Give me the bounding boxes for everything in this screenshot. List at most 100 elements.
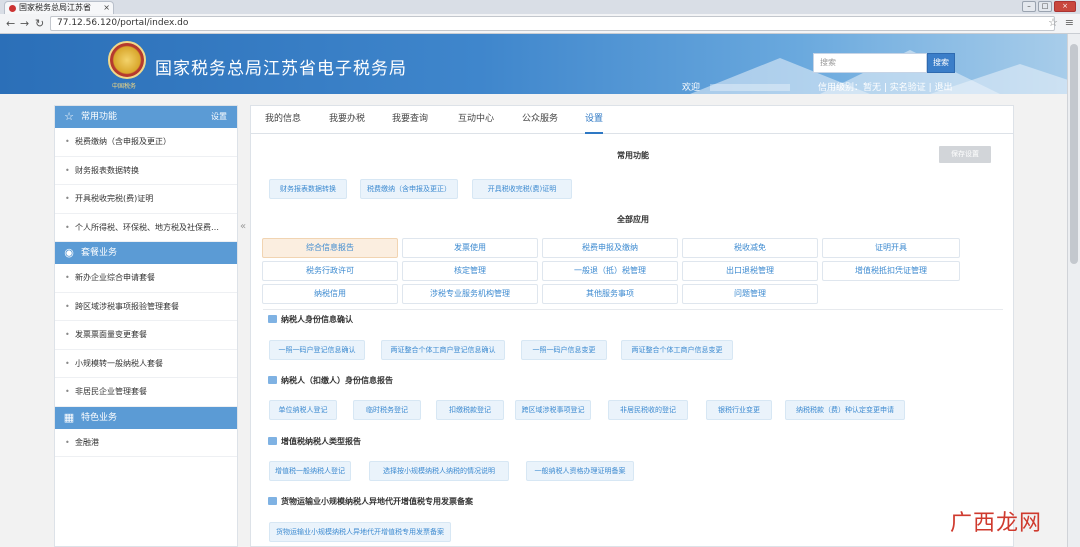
sidebar-section-title: 常用功能 xyxy=(81,112,118,122)
sidebar-setting-link[interactable]: 设置 xyxy=(211,106,227,128)
username-redacted xyxy=(710,84,791,91)
app-grid-cell[interactable]: 综合信息报告 xyxy=(262,238,398,258)
window-controls: – □ × xyxy=(1022,1,1076,12)
tab-query[interactable]: 我要查询 xyxy=(392,106,428,134)
group-item[interactable]: 一照一码户登记信息确认 xyxy=(269,340,365,360)
app-grid-cell[interactable]: 涉税专业服务机构管理 xyxy=(402,284,538,304)
main-panel: 我的信息 我要办税 我要查询 互动中心 公众服务 设置 常用功能 保存设置 财务… xyxy=(250,105,1014,547)
sidebar-item[interactable]: 非居民企业管理套餐 xyxy=(55,378,237,407)
app-grid-cell[interactable]: 出口退税管理 xyxy=(682,261,818,281)
close-tab-icon[interactable]: × xyxy=(103,2,110,14)
sidebar-section-title: 特色业务 xyxy=(81,412,118,423)
url-input[interactable]: 77.12.56.120/portal/index.do xyxy=(50,16,1055,31)
group-item[interactable]: 临时税务登记 xyxy=(353,400,421,420)
sidebar-item[interactable]: 发票票面量变更套餐 xyxy=(55,321,237,350)
app-grid-cell[interactable]: 发票使用 xyxy=(402,238,538,258)
favicon-icon xyxy=(9,5,16,12)
reload-icon[interactable]: ↻ xyxy=(35,17,44,31)
group-item[interactable]: 非居民税收的登记 xyxy=(608,400,688,420)
group-item[interactable]: 两证整合个体工商户登记信息确认 xyxy=(381,340,505,360)
sidebar-section-special[interactable]: ▦ 特色业务 xyxy=(55,406,237,429)
back-icon[interactable]: ← xyxy=(6,17,15,31)
bookmark-star-icon[interactable]: ☆ xyxy=(1048,16,1058,29)
site-title: 国家税务总局江苏省电子税务局 xyxy=(155,59,407,79)
sidebar-section-package[interactable]: ◉ 套餐业务 xyxy=(55,242,237,264)
group-item[interactable]: 一般纳税人资格办理证明备案 xyxy=(526,461,634,481)
sidebar-item[interactable]: 个人所得税、环保税、地方税及社保费… xyxy=(55,214,237,242)
browser-tab[interactable]: 国家税务总局江苏省 × xyxy=(4,1,114,14)
group-title: 货物运输业小规模纳税人异地代开增值税专用发票备案 xyxy=(268,496,473,507)
app-grid-cell[interactable]: 其他服务事项 xyxy=(542,284,678,304)
browser-tabbar: 国家税务总局江苏省 × – □ × xyxy=(0,0,1080,14)
group-title: 纳税人身份信息确认 xyxy=(268,314,353,325)
divider xyxy=(263,309,1003,310)
sidebar-item[interactable]: 小规模转一般纳税人套餐 xyxy=(55,350,237,378)
search-input[interactable]: 搜索 xyxy=(813,53,927,73)
sidebar-item[interactable]: 跨区域涉税事项报验管理套餐 xyxy=(55,293,237,321)
site-header: 中国税务 国家税务总局江苏省电子税务局 搜索 搜索 欢迎 信用级别：暂无 | 实… xyxy=(0,34,1067,94)
scrollbar-thumb[interactable] xyxy=(1070,44,1078,264)
app-grid-cell[interactable]: 核定管理 xyxy=(402,261,538,281)
tab-settings[interactable]: 设置 xyxy=(585,106,604,134)
truck-icon xyxy=(268,497,277,505)
common-app-item[interactable]: 开具税收完税(费)证明 xyxy=(472,179,572,199)
app-grid-cell[interactable]: 问题管理 xyxy=(682,284,818,304)
group-item[interactable]: 扣缴税款登记 xyxy=(436,400,504,420)
group-item[interactable]: 银税行业变更 xyxy=(706,400,772,420)
grid-icon: ▦ xyxy=(63,410,75,424)
tab-tax-handling[interactable]: 我要办税 xyxy=(329,106,365,134)
group-item[interactable]: 跨区域涉税事项登记 xyxy=(515,400,591,420)
group-item[interactable]: 一照一码户信息变更 xyxy=(521,340,607,360)
save-settings-button[interactable]: 保存设置 xyxy=(939,146,991,163)
forward-icon[interactable]: → xyxy=(20,17,29,31)
tab-interaction[interactable]: 互动中心 xyxy=(458,106,494,134)
user-report-icon xyxy=(268,376,277,384)
search-button[interactable]: 搜索 xyxy=(927,53,955,73)
group-item[interactable]: 选择按小规模纳税人纳税的情况说明 xyxy=(369,461,509,481)
sidebar-collapse-icon[interactable]: « xyxy=(238,218,248,236)
common-functions-title: 常用功能 xyxy=(617,151,649,160)
tax-emblem-logo xyxy=(108,41,146,79)
common-app-item[interactable]: 财务报表数据转换 xyxy=(269,179,347,199)
all-apps-title: 全部应用 xyxy=(617,215,649,224)
app-grid-cell[interactable]: 增值税抵扣凭证管理 xyxy=(822,261,960,281)
sidebar-item[interactable]: 新办企业综合申请套餐 xyxy=(55,264,237,293)
app-grid-cell[interactable]: 纳税信用 xyxy=(262,284,398,304)
star-icon: ☆ xyxy=(64,110,74,123)
welcome-text: 欢迎 xyxy=(682,80,791,93)
sidebar-item[interactable]: 税费缴纳（含申报及更正） xyxy=(55,128,237,157)
main-tabs: 我的信息 我要办税 我要查询 互动中心 公众服务 设置 xyxy=(251,106,1013,134)
sidebar-item[interactable]: 金融港 xyxy=(55,429,237,457)
close-window-button[interactable]: × xyxy=(1054,1,1076,12)
sidebar-section-title: 套餐业务 xyxy=(81,248,118,258)
group-item[interactable]: 纳税税款（费）种认定变更申请 xyxy=(785,400,905,420)
maximize-button[interactable]: □ xyxy=(1038,1,1052,12)
vat-icon xyxy=(268,437,277,445)
page-scrollbar[interactable] xyxy=(1067,34,1080,547)
minimize-button[interactable]: – xyxy=(1022,1,1036,12)
group-item[interactable]: 两证整合个体工商户信息变更 xyxy=(621,340,733,360)
sidebar: ☆ 常用功能 设置 税费缴纳（含申报及更正） 财务报表数据转换 开具税收完税(费… xyxy=(54,105,238,547)
common-app-item[interactable]: 税费缴纳（含申报及更正） xyxy=(360,179,458,199)
group-item[interactable]: 增值税一般纳税人登记 xyxy=(269,461,351,481)
tab-public-service[interactable]: 公众服务 xyxy=(522,106,558,134)
package-icon: ◉ xyxy=(64,246,74,259)
header-links[interactable]: 信用级别：暂无 | 实名验证 | 退出 xyxy=(818,80,953,93)
group-title: 纳税人（扣缴人）身份信息报告 xyxy=(268,375,393,386)
sidebar-item[interactable]: 开具税收完税(费)证明 xyxy=(55,185,237,214)
app-grid-cell[interactable]: 一般退（抵）税管理 xyxy=(542,261,678,281)
sidebar-item[interactable]: 财务报表数据转换 xyxy=(55,157,237,185)
group-item[interactable]: 单位纳税人登记 xyxy=(269,400,337,420)
id-card-icon xyxy=(268,315,277,323)
app-grid-cell[interactable]: 税收减免 xyxy=(682,238,818,258)
app-grid-cell[interactable]: 税务行政许可 xyxy=(262,261,398,281)
group-item[interactable]: 货物运输业小规模纳税人异地代开增值税专用发票备案 xyxy=(269,522,451,542)
sidebar-section-common[interactable]: ☆ 常用功能 设置 xyxy=(55,106,237,128)
emblem-caption: 中国税务 xyxy=(112,83,137,90)
app-grid-cell[interactable]: 证明开具 xyxy=(822,238,960,258)
app-grid-cell[interactable]: 税费申报及缴纳 xyxy=(542,238,678,258)
browser-tab-title: 国家税务总局江苏省 xyxy=(19,3,91,12)
browser-menu-icon[interactable]: ≡ xyxy=(1065,16,1074,29)
group-title: 增值税纳税人类型报告 xyxy=(268,436,361,447)
tab-my-info[interactable]: 我的信息 xyxy=(265,106,301,134)
